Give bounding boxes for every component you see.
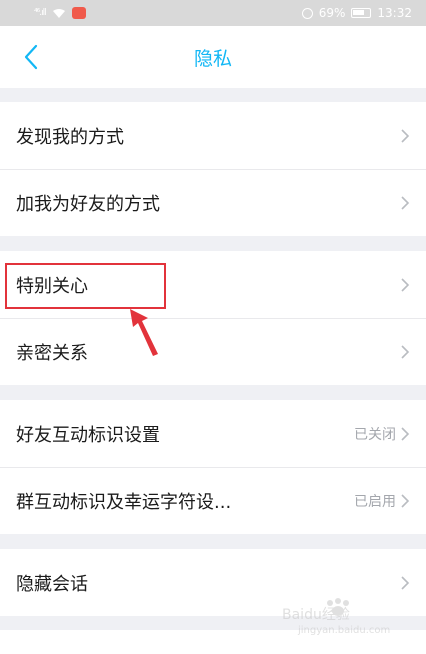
row-group-interaction-mark[interactable]: 群互动标识及幸运字符设... 已启用 (0, 467, 426, 534)
back-button[interactable] (8, 34, 54, 80)
row-label: 好友互动标识设置 (16, 424, 160, 446)
chevron-right-icon (401, 493, 410, 508)
watermark-text: Baidu经验 (282, 607, 350, 623)
arrow-annotation-icon (130, 309, 158, 356)
section-relations: 特别关心 亲密关系 (0, 251, 426, 385)
app-notification-icon (71, 7, 86, 19)
row-special-care[interactable]: 特别关心 (0, 251, 426, 318)
row-friend-interaction-mark[interactable]: 好友互动标识设置 已关闭 (0, 400, 426, 467)
chevron-left-icon (24, 44, 38, 70)
signal-icon: ⁴⁶.ıll (34, 8, 47, 18)
row-label: 群互动标识及幸运字符设... (16, 491, 232, 513)
status-left: ⁴⁶.ıll (34, 7, 86, 19)
status-value: 已关闭 (354, 426, 396, 443)
chevron-right-icon (401, 344, 410, 359)
status-right: 69% 13:32 (301, 6, 412, 20)
watermark: Baidu经验 jingyan.baidu.com (282, 598, 390, 636)
row-intimate-relation[interactable]: 亲密关系 (0, 318, 426, 385)
watermark-subtext: jingyan.baidu.com (297, 625, 390, 636)
page-title: 隐私 (193, 47, 232, 70)
chevron-right-icon (401, 277, 410, 292)
row-find-me-method[interactable]: 发现我的方式 (0, 102, 426, 169)
battery-icon (351, 8, 372, 18)
row-label: 发现我的方式 (16, 126, 124, 148)
chevron-right-icon (401, 575, 410, 590)
nav-header: 隐私 (0, 26, 426, 88)
row-label: 隐藏会话 (16, 573, 88, 595)
section-interaction-marks: 好友互动标识设置 已关闭 群互动标识及幸运字符设... 已启用 (0, 400, 426, 534)
alarm-icon (301, 7, 313, 19)
chevron-right-icon (401, 426, 410, 441)
section-find-me: 发现我的方式 加我为好友的方式 (0, 102, 426, 236)
battery-percent: 69% (318, 6, 346, 20)
wifi-icon (52, 8, 65, 18)
chevron-right-icon (401, 195, 410, 210)
chevron-right-icon (401, 128, 410, 143)
row-label: 特别关心 (16, 275, 88, 297)
status-value: 已启用 (354, 493, 396, 510)
row-label: 加我为好友的方式 (16, 193, 160, 215)
row-label: 亲密关系 (16, 342, 88, 364)
status-bar: ⁴⁶.ıll 69% 13:32 (0, 0, 426, 26)
row-add-friend-method[interactable]: 加我为好友的方式 (0, 169, 426, 236)
status-time: 13:32 (377, 6, 412, 20)
